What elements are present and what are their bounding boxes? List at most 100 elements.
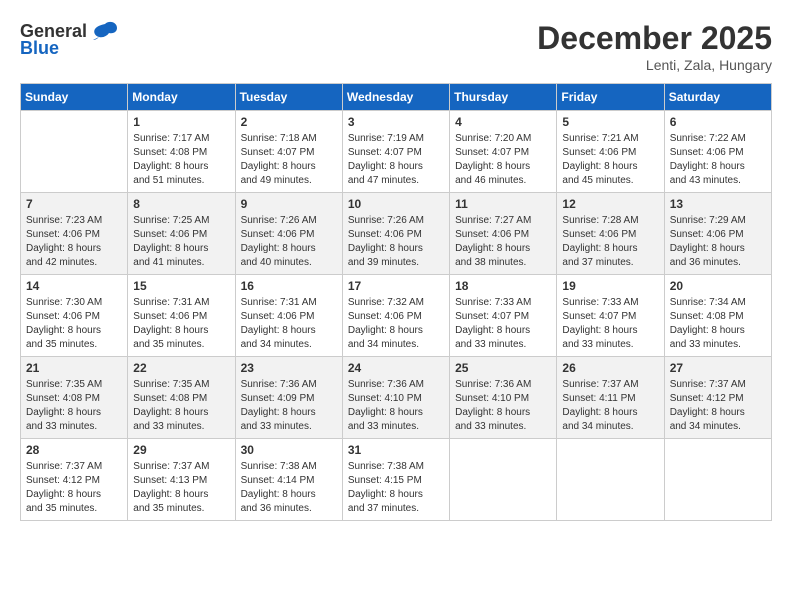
day-info: Sunrise: 7:38 AMSunset: 4:15 PMDaylight:… [348, 460, 444, 516]
day-number: 14 [26, 279, 122, 293]
calendar-cell: 26 Sunrise: 7:37 AMSunset: 4:11 PMDayligh… [557, 357, 664, 439]
day-number: 20 [670, 279, 766, 293]
day-number: 17 [348, 279, 444, 293]
day-info: Sunrise: 7:22 AMSunset: 4:06 PMDaylight:… [670, 132, 766, 188]
calendar-week-row: 7 Sunrise: 7:23 AMSunset: 4:06 PMDaylight… [21, 193, 772, 275]
day-info: Sunrise: 7:37 AMSunset: 4:11 PMDaylight:… [562, 378, 658, 434]
calendar-cell: 21 Sunrise: 7:35 AMSunset: 4:08 PMDayligh… [21, 357, 128, 439]
weekday-header-tuesday: Tuesday [235, 84, 342, 111]
calendar-cell: 6 Sunrise: 7:22 AMSunset: 4:06 PMDaylight… [664, 111, 771, 193]
day-number: 26 [562, 361, 658, 375]
day-info: Sunrise: 7:23 AMSunset: 4:06 PMDaylight:… [26, 214, 122, 270]
day-number: 28 [26, 443, 122, 457]
day-info: Sunrise: 7:33 AMSunset: 4:07 PMDaylight:… [455, 296, 551, 352]
calendar-cell: 8Sunrise: 7:25 AMSunset: 4:06 PMDaylight… [128, 193, 235, 275]
calendar-cell [21, 111, 128, 193]
calendar-cell: 16 Sunrise: 7:31 AMSunset: 4:06 PMDayligh… [235, 275, 342, 357]
day-number: 15 [133, 279, 229, 293]
day-info: Sunrise: 7:32 AMSunset: 4:06 PMDaylight:… [348, 296, 444, 352]
day-number: 11 [455, 197, 551, 211]
weekday-header-wednesday: Wednesday [342, 84, 449, 111]
day-info: Sunrise: 7:37 AMSunset: 4:12 PMDaylight:… [26, 460, 122, 516]
weekday-header-thursday: Thursday [450, 84, 557, 111]
logo-blue: Blue [20, 38, 59, 59]
day-info: Sunrise: 7:37 AMSunset: 4:13 PMDaylight:… [133, 460, 229, 516]
weekday-header-saturday: Saturday [664, 84, 771, 111]
calendar-cell: 30 Sunrise: 7:38 AMSunset: 4:14 PMDayligh… [235, 439, 342, 521]
calendar-cell: 10Sunrise: 7:26 AMSunset: 4:06 PMDayligh… [342, 193, 449, 275]
calendar-cell: 27 Sunrise: 7:37 AMSunset: 4:12 PMDayligh… [664, 357, 771, 439]
calendar-cell: 22Sunrise: 7:35 AMSunset: 4:08 PMDayligh… [128, 357, 235, 439]
calendar-cell: 31 Sunrise: 7:38 AMSunset: 4:15 PMDayligh… [342, 439, 449, 521]
day-number: 3 [348, 115, 444, 129]
calendar-cell: 5 Sunrise: 7:21 AMSunset: 4:06 PMDaylight… [557, 111, 664, 193]
location-title: Lenti, Zala, Hungary [537, 57, 772, 73]
day-number: 16 [241, 279, 337, 293]
calendar-cell: 2 Sunrise: 7:18 AMSunset: 4:07 PMDaylight… [235, 111, 342, 193]
calendar-cell: 23Sunrise: 7:36 AMSunset: 4:09 PMDayligh… [235, 357, 342, 439]
day-number: 25 [455, 361, 551, 375]
calendar-cell: 3Sunrise: 7:19 AMSunset: 4:07 PMDaylight… [342, 111, 449, 193]
day-info: Sunrise: 7:17 AMSunset: 4:08 PMDaylight:… [133, 132, 229, 188]
calendar-week-row: 14 Sunrise: 7:30 AMSunset: 4:06 PMDayligh… [21, 275, 772, 357]
day-number: 19 [562, 279, 658, 293]
day-number: 30 [241, 443, 337, 457]
day-number: 23 [241, 361, 337, 375]
day-info: Sunrise: 7:31 AMSunset: 4:06 PMDaylight:… [241, 296, 337, 352]
weekday-header-friday: Friday [557, 84, 664, 111]
day-number: 24 [348, 361, 444, 375]
day-info: Sunrise: 7:37 AMSunset: 4:12 PMDaylight:… [670, 378, 766, 434]
calendar-cell: 13 Sunrise: 7:29 AMSunset: 4:06 PMDayligh… [664, 193, 771, 275]
calendar-week-row: 21 Sunrise: 7:35 AMSunset: 4:08 PMDayligh… [21, 357, 772, 439]
day-info: Sunrise: 7:20 AMSunset: 4:07 PMDaylight:… [455, 132, 551, 188]
day-info: Sunrise: 7:30 AMSunset: 4:06 PMDaylight:… [26, 296, 122, 352]
calendar-cell: 7 Sunrise: 7:23 AMSunset: 4:06 PMDaylight… [21, 193, 128, 275]
day-info: Sunrise: 7:25 AMSunset: 4:06 PMDaylight:… [133, 214, 229, 270]
title-area: December 2025 Lenti, Zala, Hungary [537, 20, 772, 73]
day-number: 21 [26, 361, 122, 375]
calendar-cell: 1Sunrise: 7:17 AMSunset: 4:08 PMDaylight… [128, 111, 235, 193]
day-info: Sunrise: 7:33 AMSunset: 4:07 PMDaylight:… [562, 296, 658, 352]
calendar-cell: 25 Sunrise: 7:36 AMSunset: 4:10 PMDayligh… [450, 357, 557, 439]
day-number: 9 [241, 197, 337, 211]
page-header: General Blue December 2025 Lenti, Zala, … [20, 20, 772, 73]
calendar-cell [664, 439, 771, 521]
calendar-cell: 11 Sunrise: 7:27 AMSunset: 4:06 PMDayligh… [450, 193, 557, 275]
day-number: 4 [455, 115, 551, 129]
day-info: Sunrise: 7:31 AMSunset: 4:06 PMDaylight:… [133, 296, 229, 352]
day-info: Sunrise: 7:18 AMSunset: 4:07 PMDaylight:… [241, 132, 337, 188]
day-number: 29 [133, 443, 229, 457]
calendar-cell: 29 Sunrise: 7:37 AMSunset: 4:13 PMDayligh… [128, 439, 235, 521]
day-info: Sunrise: 7:35 AMSunset: 4:08 PMDaylight:… [26, 378, 122, 434]
calendar-cell: 14 Sunrise: 7:30 AMSunset: 4:06 PMDayligh… [21, 275, 128, 357]
day-number: 2 [241, 115, 337, 129]
weekday-header-monday: Monday [128, 84, 235, 111]
day-info: Sunrise: 7:21 AMSunset: 4:06 PMDaylight:… [562, 132, 658, 188]
day-number: 5 [562, 115, 658, 129]
calendar-cell: 4 Sunrise: 7:20 AMSunset: 4:07 PMDaylight… [450, 111, 557, 193]
day-info: Sunrise: 7:29 AMSunset: 4:06 PMDaylight:… [670, 214, 766, 270]
calendar-cell [450, 439, 557, 521]
day-number: 27 [670, 361, 766, 375]
calendar-cell: 12Sunrise: 7:28 AMSunset: 4:06 PMDayligh… [557, 193, 664, 275]
calendar-table: SundayMondayTuesdayWednesdayThursdayFrid… [20, 83, 772, 521]
day-info: Sunrise: 7:27 AMSunset: 4:06 PMDaylight:… [455, 214, 551, 270]
calendar-cell: 19 Sunrise: 7:33 AMSunset: 4:07 PMDayligh… [557, 275, 664, 357]
day-number: 18 [455, 279, 551, 293]
calendar-cell: 24Sunrise: 7:36 AMSunset: 4:10 PMDayligh… [342, 357, 449, 439]
day-number: 12 [562, 197, 658, 211]
calendar-cell [557, 439, 664, 521]
day-number: 13 [670, 197, 766, 211]
calendar-cell: 20Sunrise: 7:34 AMSunset: 4:08 PMDayligh… [664, 275, 771, 357]
day-number: 7 [26, 197, 122, 211]
day-info: Sunrise: 7:36 AMSunset: 4:10 PMDaylight:… [455, 378, 551, 434]
day-number: 6 [670, 115, 766, 129]
calendar-cell: 17 Sunrise: 7:32 AMSunset: 4:06 PMDayligh… [342, 275, 449, 357]
day-info: Sunrise: 7:35 AMSunset: 4:08 PMDaylight:… [133, 378, 229, 434]
calendar-cell: 15 Sunrise: 7:31 AMSunset: 4:06 PMDayligh… [128, 275, 235, 357]
logo-bird-icon [91, 20, 119, 42]
calendar-cell: 18 Sunrise: 7:33 AMSunset: 4:07 PMDayligh… [450, 275, 557, 357]
day-info: Sunrise: 7:38 AMSunset: 4:14 PMDaylight:… [241, 460, 337, 516]
day-number: 31 [348, 443, 444, 457]
calendar-cell: 28 Sunrise: 7:37 AMSunset: 4:12 PMDayligh… [21, 439, 128, 521]
